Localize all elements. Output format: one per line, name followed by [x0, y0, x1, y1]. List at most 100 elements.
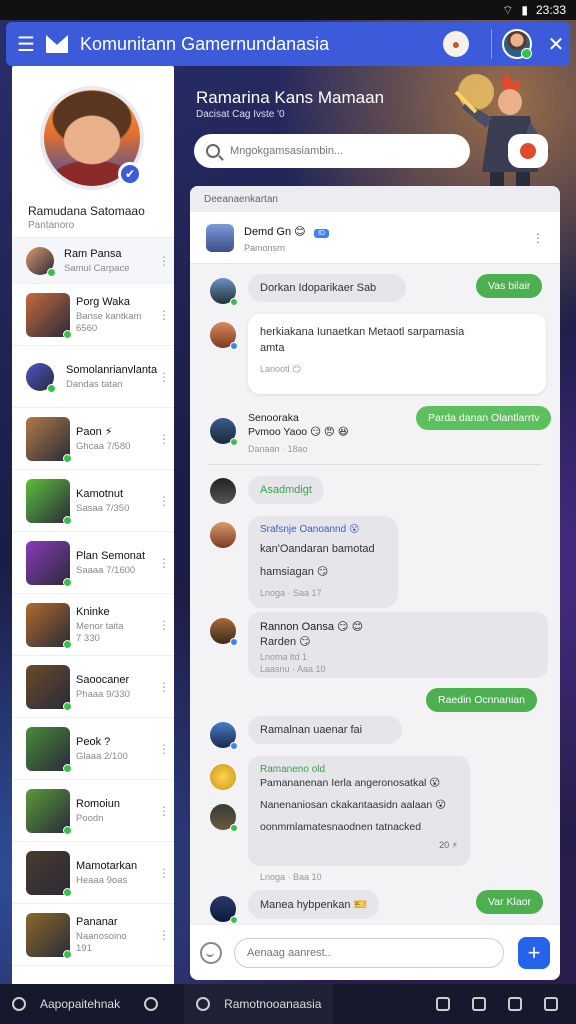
more-options-icon[interactable]: ⋮: [158, 742, 170, 756]
chat-header[interactable]: Demd Gn 😊 ID Pamonsrn ⋮: [190, 212, 560, 264]
sender-name: Rannon Oansa 😏 😊: [260, 621, 364, 633]
filter-button[interactable]: [508, 134, 548, 168]
message-avatar: [210, 896, 238, 924]
message-text: Pvmoo Yaoo 😏 😠 😆: [248, 426, 349, 438]
message-text: kan'Oandaran bamotad: [260, 543, 375, 555]
conversation-preview: Saaaa 7/1600: [76, 564, 136, 576]
conversation-preview: Samul Carpace: [64, 262, 130, 274]
online-indicator: [63, 763, 72, 773]
more-options-icon[interactable]: ⋮: [158, 556, 170, 570]
conversation-avatar: [26, 788, 72, 835]
refresh-icon[interactable]: [436, 997, 450, 1011]
search-input[interactable]: [230, 145, 450, 157]
bottom-segment-mid[interactable]: Ramotnooanaasia: [184, 984, 334, 1024]
message-meta: Laasnu · Aaa 10: [260, 664, 326, 674]
conversation-preview: Banse kantkam: [76, 310, 142, 322]
emoji-icon[interactable]: [200, 941, 222, 964]
user-avatar[interactable]: [502, 29, 532, 59]
message-avatar: [210, 722, 238, 750]
more-options-icon[interactable]: ⋮: [158, 618, 170, 632]
conversation-text: Ram Pansa Samul Carpace: [64, 248, 158, 274]
conversation-item[interactable]: Pananar Naanosoino 191 ⋮: [12, 904, 174, 966]
more-options-icon[interactable]: ⋮: [158, 254, 170, 268]
flame-icon: [520, 143, 536, 159]
outgoing-message: Var Klaor: [476, 890, 543, 914]
more-options-icon[interactable]: ⋮: [158, 308, 170, 322]
more-options-icon[interactable]: ⋮: [158, 494, 170, 508]
conversation-list: Ram Pansa Samul Carpace ⋮ Porg Waka Banse ka…: [12, 238, 174, 966]
conversation-avatar: [26, 912, 72, 959]
status-time: 23:33: [535, 3, 566, 17]
conversation-name: Porg Waka: [76, 295, 131, 308]
message-meta: Lnoga · Baa 10: [260, 872, 322, 882]
message-text: Nanenaniosan ckakantaasidn aalaan 😮: [260, 799, 447, 811]
online-indicator: [63, 701, 72, 711]
conversation-item[interactable]: Saoocaner Phaaa 9/330 ⋮: [12, 656, 174, 718]
heart-icon[interactable]: [472, 997, 486, 1011]
conversation-item[interactable]: Ram Pansa Samul Carpace ⋮: [12, 238, 174, 284]
bottom-segment-left[interactable]: Aapopaitehnak: [0, 984, 184, 1024]
more-options-icon[interactable]: ⋮: [532, 231, 544, 245]
conversation-name: Ram Pansa: [64, 247, 122, 260]
conversation-item[interactable]: Romoiun Poodn ⋮: [12, 780, 174, 842]
conversation-text: Romoiun Poodn: [76, 798, 158, 824]
conversation-avatar: [26, 478, 72, 525]
online-indicator: [63, 639, 72, 649]
conversation-text: Kninke Menor taita 7 330: [76, 606, 158, 644]
more-options-icon[interactable]: ⋮: [158, 432, 170, 446]
conversation-name: Romoiun: [76, 797, 121, 810]
online-indicator: [63, 453, 72, 463]
online-indicator: [63, 887, 72, 897]
profile-subtitle: Pantanoro: [28, 220, 75, 231]
message-input[interactable]: [234, 937, 504, 968]
clock-icon: [144, 997, 159, 1011]
conversation-item[interactable]: Somolanrianvlanta Dandas tatan ⋮: [12, 346, 174, 408]
conversation-preview: Naanosoino: [76, 930, 127, 942]
conversation-text: Saoocaner Phaaa 9/330: [76, 674, 158, 700]
status-indicator: [230, 638, 238, 646]
conversation-item[interactable]: Kninke Menor taita 7 330 ⋮: [12, 594, 174, 656]
conversation-preview: Menor taita: [76, 620, 124, 632]
wifi-icon: ⌔: [502, 2, 514, 17]
stack-icon[interactable]: [544, 997, 558, 1011]
conversation-item[interactable]: Peok ? Glaaa 2/100 ⋮: [12, 718, 174, 780]
more-options-icon[interactable]: ⋮: [158, 680, 170, 694]
more-options-icon[interactable]: ⋮: [158, 866, 170, 880]
more-options-icon[interactable]: ⋮: [158, 928, 170, 942]
message-text: Rarden 😏: [260, 636, 311, 648]
message-bubble: Ramalnan uaenar fai: [248, 716, 402, 744]
conversation-sidebar: ✔ Ramudana Satomaao Pantanoro Ram Pansa S…: [12, 66, 174, 986]
message-meta: Lnoga · Saa 17: [260, 588, 322, 598]
search-bar[interactable]: [194, 134, 470, 168]
conversation-text: Plan Semonat Saaaa 7/1600: [76, 550, 158, 576]
search-icon: [206, 144, 220, 158]
more-options-icon[interactable]: ⋮: [158, 804, 170, 818]
conversation-avatar: [26, 416, 72, 463]
chat-header-tag: ID: [314, 229, 330, 238]
online-indicator: [63, 949, 72, 959]
conversation-preview: Glaaa 2/100: [76, 750, 128, 762]
conversation-item[interactable]: Kamotnut Sasaa 7/350 ⋮: [12, 470, 174, 532]
conversation-preview: Ghcaa 7/580: [76, 441, 131, 452]
message-group: Senooraka Pvmoo Yaoo 😏 😠 😆 Danaan · 18ao: [248, 412, 349, 454]
message-meta: Lanootl 😏: [260, 364, 302, 374]
message-avatar: [210, 278, 238, 306]
conversation-item[interactable]: Mamotarkan Heaaa 9oas ⋮: [12, 842, 174, 904]
outgoing-message: Vas bilair: [476, 274, 543, 298]
conversation-item[interactable]: Plan Semonat Saaaa 7/1600 ⋮: [12, 532, 174, 594]
more-options-icon[interactable]: ⋮: [158, 370, 170, 384]
search-icon: [12, 997, 26, 1011]
add-button[interactable]: +: [518, 936, 550, 969]
online-indicator: [47, 383, 56, 393]
image-icon[interactable]: [508, 997, 522, 1011]
profile-card[interactable]: ✔ Ramudana Satomaao Pantanoro: [12, 66, 174, 238]
ghost-icon[interactable]: ●: [443, 31, 469, 57]
menu-icon[interactable]: ☰: [6, 32, 46, 57]
conversation-name: Peok ?: [76, 735, 111, 748]
close-icon[interactable]: ✕: [542, 32, 570, 57]
conversation-preview: Sasaa 7/350: [76, 502, 130, 514]
conversation-item[interactable]: Paon ⚡ Ghcaa 7/580 ⋮: [12, 408, 174, 470]
conversation-name: Somolanrianvlanta: [66, 363, 158, 376]
conversation-item[interactable]: Porg Waka Banse kantkam 6560 ⋮: [12, 284, 174, 346]
sender-name: Senooraka: [248, 412, 299, 424]
